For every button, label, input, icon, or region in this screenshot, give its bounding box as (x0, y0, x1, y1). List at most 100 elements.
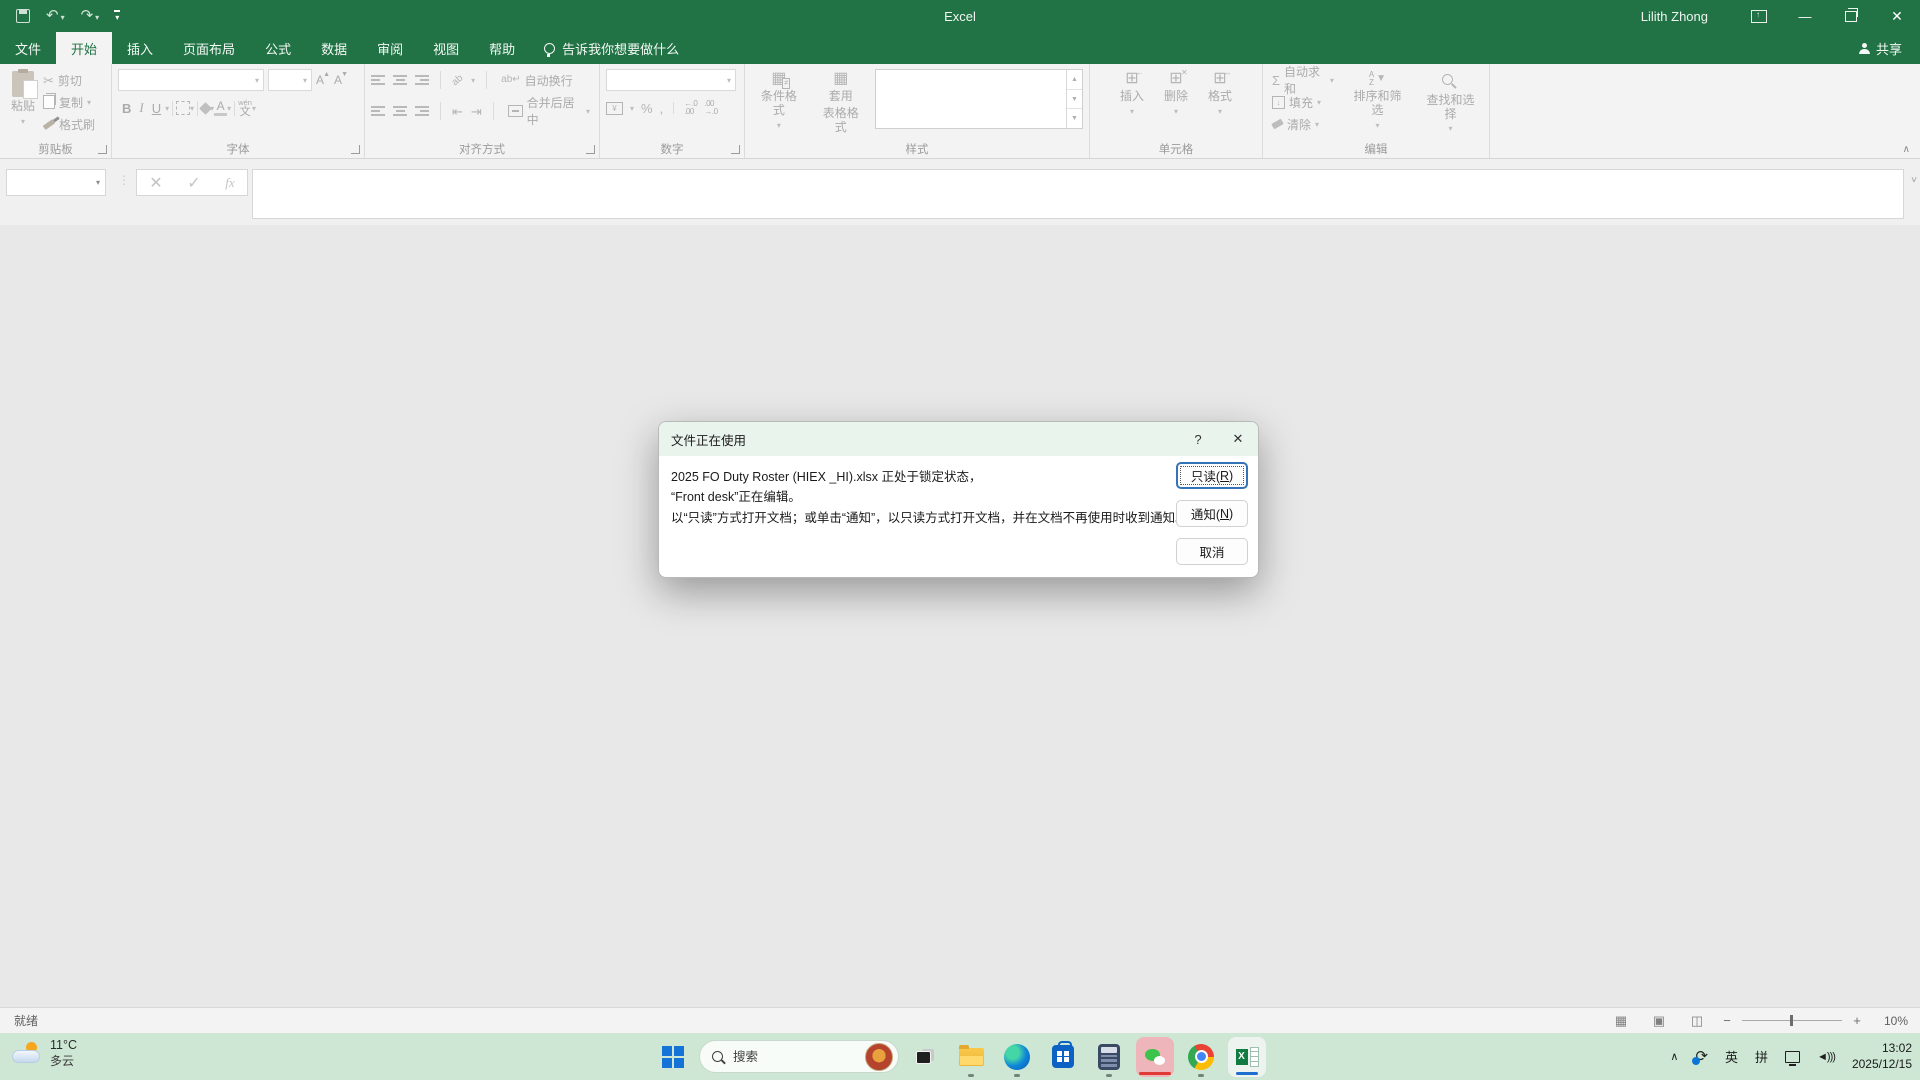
insert-cells-button[interactable]: ⊞← 插入 ▾ (1115, 69, 1149, 142)
decrease-font-size-button[interactable]: A▼ (334, 73, 348, 87)
autosum-button[interactable]: Σ自动求和▾ (1269, 69, 1337, 91)
dialog-help-button[interactable]: ? (1178, 422, 1218, 456)
close-button[interactable]: ✕ (1874, 0, 1920, 32)
comma-style-button[interactable]: , (660, 102, 664, 115)
cut-button[interactable]: ✂剪切 (40, 69, 98, 91)
number-dialog-launcher[interactable] (731, 145, 740, 154)
restore-button[interactable] (1828, 0, 1874, 32)
microsoft-store-button[interactable] (1043, 1035, 1083, 1079)
cell-styles-gallery[interactable]: ▲ ▼ ▼ (875, 69, 1083, 129)
network-icon[interactable] (1785, 1051, 1800, 1063)
delete-cells-button[interactable]: ⊞✕ 删除 ▾ (1159, 69, 1193, 142)
zoom-level[interactable]: 10% (1868, 1014, 1908, 1028)
font-name-combo[interactable]: ▾ (118, 69, 264, 91)
paste-button[interactable]: 粘贴 ▾ (6, 69, 40, 142)
share-button[interactable]: 共享 (1841, 32, 1920, 64)
cancel-button[interactable]: 取消 (1176, 538, 1248, 565)
search-input[interactable] (731, 1049, 845, 1065)
alignment-dialog-launcher[interactable] (586, 145, 595, 154)
tab-insert[interactable]: 插入 (112, 32, 168, 64)
undo-button[interactable]: ↶▾ (46, 7, 65, 25)
task-view-button[interactable] (905, 1035, 945, 1079)
percent-style-button[interactable]: % (641, 102, 653, 115)
zoom-slider[interactable] (1742, 1020, 1842, 1021)
merge-center-button[interactable]: 合并后居中▾ (505, 100, 593, 122)
wrap-text-button[interactable]: ab↵自动换行 (498, 69, 576, 91)
fill-button[interactable]: ↓填充▾ (1269, 91, 1337, 113)
gallery-scroll-up-icon[interactable]: ▲ (1067, 70, 1082, 89)
format-painter-button[interactable]: 格式刷 (40, 113, 98, 135)
tab-help[interactable]: 帮助 (474, 32, 530, 64)
bold-button[interactable]: B (118, 101, 135, 116)
increase-font-size-button[interactable]: A▲ (316, 73, 330, 87)
clear-button[interactable]: 清除▾ (1269, 113, 1337, 135)
increase-decimal-button[interactable]: ←.0.00 (684, 100, 697, 116)
taskbar-search[interactable] (699, 1040, 899, 1073)
start-button[interactable] (653, 1035, 693, 1079)
format-as-table-button[interactable]: ▦ 套用 表格格式 (813, 69, 869, 136)
font-color-button[interactable]: A (214, 100, 227, 116)
ime-language-indicator[interactable]: 英 (1725, 1047, 1738, 1066)
copy-button[interactable]: 复制▾ (40, 91, 98, 113)
collapse-ribbon-icon[interactable]: ∧ (1903, 144, 1910, 155)
accounting-format-icon[interactable]: ¥ (606, 102, 623, 115)
align-left-icon[interactable] (371, 106, 385, 116)
clipboard-dialog-launcher[interactable] (98, 145, 107, 154)
taskbar-clock[interactable]: 13:02 2025/12/15 (1852, 1041, 1912, 1072)
edge-button[interactable] (997, 1035, 1037, 1079)
conditional-formatting-button[interactable]: ▦≠ 条件格式 ▾ (751, 69, 807, 132)
align-right-icon[interactable] (415, 106, 429, 116)
excel-taskbar-button[interactable] (1227, 1035, 1267, 1079)
number-format-combo[interactable]: ▾ (606, 69, 736, 91)
minimize-button[interactable]: — (1782, 0, 1828, 32)
format-cells-button[interactable]: ⊞↔ 格式 ▾ (1203, 69, 1237, 142)
find-select-button[interactable]: 查找和选择 ▾ (1418, 69, 1483, 142)
align-center-icon[interactable] (393, 106, 407, 116)
page-layout-view-icon[interactable]: ▣ (1640, 1013, 1678, 1029)
save-icon[interactable] (16, 9, 30, 23)
align-bottom-icon[interactable] (415, 75, 429, 85)
formula-input[interactable] (252, 169, 1904, 219)
borders-icon[interactable] (176, 101, 190, 115)
customize-qat-icon[interactable]: ▾ (115, 10, 119, 22)
tab-view[interactable]: 视图 (418, 32, 474, 64)
enter-icon[interactable]: ✓ (187, 173, 200, 193)
worksheet-area[interactable] (0, 225, 1920, 1008)
insert-function-button[interactable]: fx (225, 175, 234, 191)
ribbon-display-options-button[interactable] (1736, 0, 1782, 32)
tab-home[interactable]: 开始 (56, 32, 112, 64)
redo-button[interactable]: ↷▾ (81, 7, 100, 25)
align-top-icon[interactable] (371, 75, 385, 85)
cancel-icon[interactable]: ✕ (149, 173, 162, 193)
decrease-decimal-button[interactable]: .00→.0 (704, 100, 717, 116)
italic-button[interactable]: I (135, 100, 147, 116)
gallery-scrollbar[interactable]: ▲ ▼ ▼ (1066, 70, 1082, 128)
speaker-icon[interactable]: ◄))) (1817, 1051, 1835, 1063)
tab-page-layout[interactable]: 页面布局 (168, 32, 250, 64)
page-break-view-icon[interactable]: ◫ (1678, 1013, 1716, 1029)
wechat-button[interactable] (1135, 1035, 1175, 1079)
hidden-icons-chevron[interactable]: ∧ (1670, 1050, 1678, 1063)
file-explorer-button[interactable] (951, 1035, 991, 1079)
expand-formula-bar-icon[interactable]: ˅ (1911, 175, 1917, 186)
bing-daily-image[interactable] (865, 1043, 893, 1071)
zoom-in-button[interactable]: + (1846, 1013, 1868, 1028)
sort-filter-button[interactable]: AZ▼ 排序和筛选 ▾ (1345, 69, 1410, 142)
formula-bar-splitter[interactable]: ⋮ (118, 173, 130, 187)
weather-widget[interactable]: 11°C 多云 (12, 1038, 77, 1069)
tab-formulas[interactable]: 公式 (250, 32, 306, 64)
tell-me-box[interactable]: 告诉我你想要做什么 (530, 32, 693, 64)
tab-file[interactable]: 文件 (0, 32, 56, 64)
underline-button[interactable]: U (148, 101, 165, 116)
tab-data[interactable]: 数据 (306, 32, 362, 64)
dialog-close-button[interactable]: ✕ (1218, 422, 1258, 456)
chrome-button[interactable] (1181, 1035, 1221, 1079)
zoom-slider-thumb[interactable] (1790, 1015, 1793, 1026)
read-only-button[interactable]: 只读(R) (1176, 462, 1248, 489)
notify-button[interactable]: 通知(N) (1176, 500, 1248, 527)
font-dialog-launcher[interactable] (351, 145, 360, 154)
zoom-out-button[interactable]: − (1716, 1013, 1738, 1028)
phonetic-guide-button[interactable]: wén文 (238, 99, 252, 118)
gallery-open-icon[interactable]: ▼ (1067, 108, 1082, 128)
orientation-icon[interactable]: ab (450, 72, 466, 88)
